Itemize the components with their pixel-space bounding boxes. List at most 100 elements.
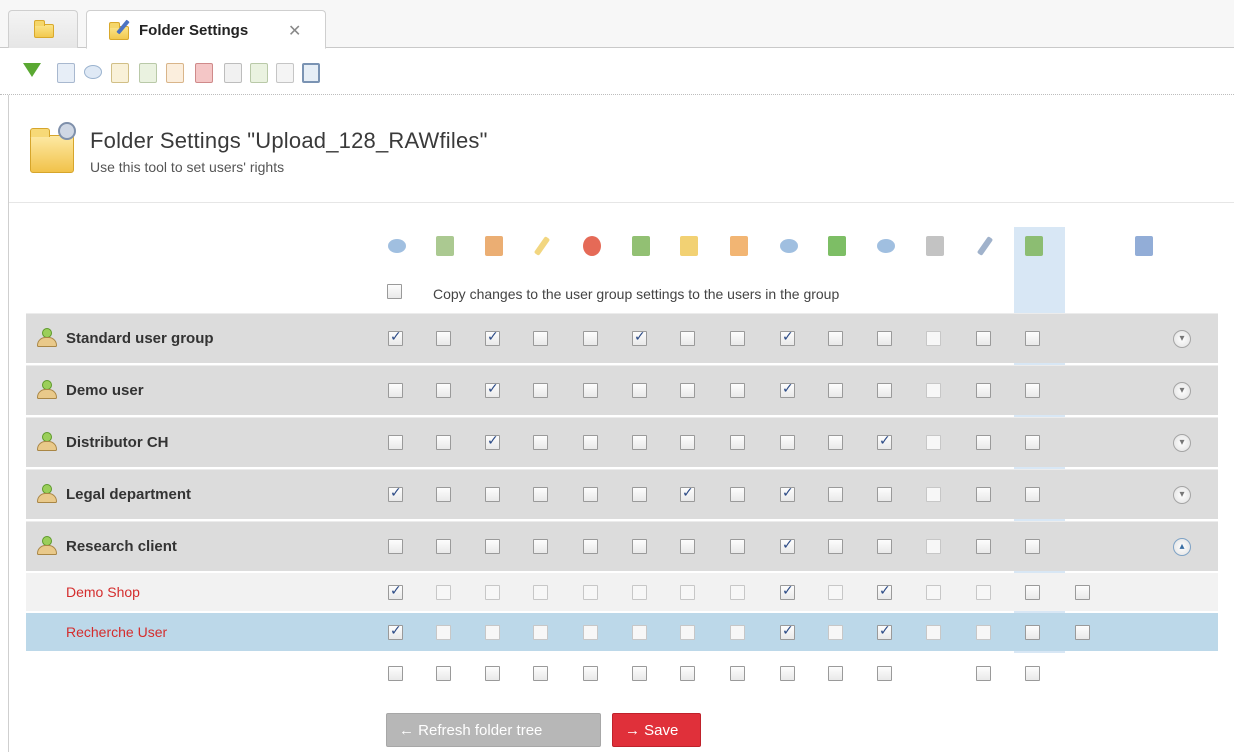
right-checkbox[interactable]	[730, 435, 745, 450]
right-checkbox[interactable]	[583, 539, 598, 554]
new-user-checkbox[interactable]	[680, 666, 695, 681]
user-row[interactable]: Recherche User	[26, 613, 1218, 651]
group-row[interactable]: Distributor CH ▾	[26, 417, 1218, 467]
edit-doc-icon[interactable]	[111, 63, 129, 83]
right-checkbox[interactable]	[1025, 331, 1040, 346]
right-checkbox[interactable]	[730, 383, 745, 398]
right-checkbox[interactable]	[388, 539, 403, 554]
right-checkbox[interactable]	[780, 537, 795, 554]
right-checkbox[interactable]	[533, 383, 548, 398]
new-user-checkbox[interactable]	[780, 666, 795, 681]
new-doc-icon[interactable]	[166, 63, 184, 83]
right-checkbox[interactable]	[388, 329, 403, 346]
user-right-checkbox[interactable]	[583, 585, 598, 600]
right-checkbox[interactable]	[632, 487, 647, 502]
right-checkbox[interactable]	[926, 331, 941, 346]
user-right-checkbox[interactable]	[632, 585, 647, 600]
new-user-checkbox[interactable]	[730, 666, 745, 681]
right-checkbox[interactable]	[388, 485, 403, 502]
user-right-checkbox[interactable]	[780, 583, 795, 600]
user-right-checkbox[interactable]	[632, 625, 647, 640]
user-right-checkbox[interactable]	[926, 585, 941, 600]
right-checkbox[interactable]	[436, 539, 451, 554]
right-checkbox[interactable]	[485, 433, 500, 450]
right-checkbox[interactable]	[976, 331, 991, 346]
right-checkbox[interactable]	[680, 539, 695, 554]
copy-doc-icon[interactable]	[250, 63, 268, 83]
right-checkbox[interactable]	[877, 383, 892, 398]
right-checkbox[interactable]	[926, 383, 941, 398]
new-user-checkbox[interactable]	[583, 666, 598, 681]
new-user-checkbox[interactable]	[388, 666, 403, 681]
right-checkbox[interactable]	[877, 539, 892, 554]
new-user-checkbox[interactable]	[877, 666, 892, 681]
user-right-checkbox[interactable]	[436, 625, 451, 640]
delete-doc-icon[interactable]	[195, 63, 213, 83]
refresh-folder-tree-button[interactable]: ← Refresh folder tree	[386, 713, 601, 747]
right-checkbox[interactable]	[1025, 539, 1040, 554]
right-checkbox[interactable]	[877, 331, 892, 346]
right-checkbox[interactable]	[1025, 435, 1040, 450]
right-checkbox[interactable]	[533, 539, 548, 554]
right-checkbox[interactable]	[632, 435, 647, 450]
right-checkbox[interactable]	[976, 487, 991, 502]
group-row[interactable]: Legal department ▾	[26, 469, 1218, 519]
user-right-checkbox[interactable]	[436, 585, 451, 600]
right-checkbox[interactable]	[926, 435, 941, 450]
right-checkbox[interactable]	[436, 435, 451, 450]
export-doc-icon[interactable]	[139, 63, 157, 83]
right-checkbox[interactable]	[533, 435, 548, 450]
view-icon[interactable]	[84, 65, 102, 79]
right-checkbox[interactable]	[583, 383, 598, 398]
user-right-checkbox[interactable]	[730, 625, 745, 640]
right-checkbox[interactable]	[828, 539, 843, 554]
right-checkbox[interactable]	[877, 433, 892, 450]
user-right-checkbox[interactable]	[730, 585, 745, 600]
expand-icon[interactable]: ▾	[1173, 330, 1191, 348]
blank-doc-icon[interactable]	[276, 63, 294, 83]
right-checkbox[interactable]	[1025, 383, 1040, 398]
expand-icon[interactable]: ▾	[1173, 486, 1191, 504]
collapse-icon[interactable]: ▴	[1173, 538, 1191, 556]
right-checkbox[interactable]	[485, 487, 500, 502]
right-checkbox[interactable]	[780, 485, 795, 502]
new-user-checkbox[interactable]	[828, 666, 843, 681]
right-checkbox[interactable]	[388, 383, 403, 398]
right-checkbox[interactable]	[583, 487, 598, 502]
right-checkbox[interactable]	[780, 329, 795, 346]
right-checkbox[interactable]	[730, 331, 745, 346]
right-checkbox[interactable]	[632, 539, 647, 554]
right-checkbox[interactable]	[680, 383, 695, 398]
new-user-checkbox[interactable]	[632, 666, 647, 681]
right-checkbox[interactable]	[533, 331, 548, 346]
group-row[interactable]: Standard user group ▾	[26, 313, 1218, 363]
right-checkbox[interactable]	[730, 539, 745, 554]
right-checkbox[interactable]	[828, 383, 843, 398]
tab-folder-settings[interactable]: Folder Settings ✕	[86, 10, 326, 49]
right-checkbox[interactable]	[533, 487, 548, 502]
right-checkbox[interactable]	[583, 435, 598, 450]
right-checkbox[interactable]	[828, 331, 843, 346]
user-right-checkbox[interactable]	[583, 625, 598, 640]
group-row[interactable]: Demo user ▾	[26, 365, 1218, 415]
right-checkbox[interactable]	[780, 435, 795, 450]
new-user-checkbox[interactable]	[485, 666, 500, 681]
user-right-checkbox[interactable]	[1025, 625, 1040, 640]
user-right-checkbox[interactable]	[976, 585, 991, 600]
user-right-checkbox[interactable]	[828, 585, 843, 600]
user-row[interactable]: Demo Shop	[26, 573, 1218, 611]
cart-icon[interactable]	[57, 63, 75, 83]
download-arrow-icon[interactable]	[23, 63, 41, 77]
window-icon[interactable]	[302, 63, 320, 83]
right-checkbox[interactable]	[436, 487, 451, 502]
new-user-checkbox[interactable]	[533, 666, 548, 681]
user-right-checkbox[interactable]	[388, 583, 403, 600]
right-checkbox[interactable]	[730, 487, 745, 502]
user-right-checkbox[interactable]	[1075, 625, 1090, 640]
user-right-checkbox[interactable]	[533, 625, 548, 640]
new-user-checkbox[interactable]	[976, 666, 991, 681]
user-right-checkbox[interactable]	[877, 623, 892, 640]
right-checkbox[interactable]	[976, 539, 991, 554]
right-checkbox[interactable]	[780, 381, 795, 398]
right-checkbox[interactable]	[976, 383, 991, 398]
